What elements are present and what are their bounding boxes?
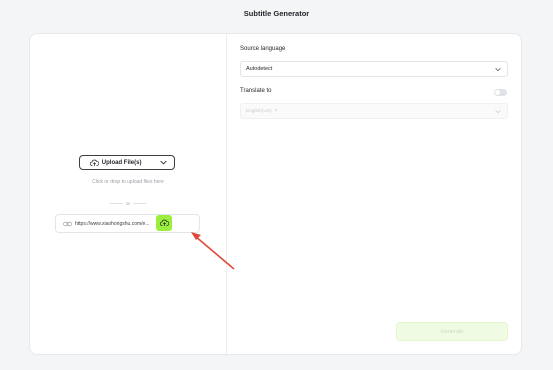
or-separator: or	[110, 201, 147, 206]
upload-options-toggle[interactable]	[152, 160, 174, 165]
upload-cloud-icon	[89, 159, 99, 166]
url-upload-button[interactable]	[156, 215, 172, 231]
language-chip-label: English(US)	[246, 108, 272, 114]
translate-toggle-knob	[495, 90, 500, 95]
translate-toggle[interactable]	[494, 89, 507, 96]
generate-button[interactable]: Generate	[396, 322, 508, 341]
upload-files-button[interactable]: Upload File(s)	[79, 155, 175, 170]
source-language-value: Autodetect	[246, 66, 273, 72]
or-line-right	[133, 203, 147, 204]
page-title: Subtitle Generator	[243, 9, 310, 18]
chip-remove-icon[interactable]: ×	[275, 108, 278, 114]
chevron-down-icon	[495, 110, 501, 114]
chevron-down-icon	[159, 160, 167, 165]
or-label: or	[126, 201, 131, 206]
panel-divider	[226, 34, 227, 354]
main-card: Upload File(s) Click or drop to upload f…	[29, 33, 522, 355]
chevron-down-icon	[495, 68, 501, 72]
language-chip: English(US) ×	[246, 108, 278, 114]
link-icon	[63, 221, 72, 227]
or-line-left	[110, 203, 123, 204]
source-language-select[interactable]: Autodetect	[240, 61, 508, 77]
upload-files-main[interactable]: Upload File(s)	[80, 156, 151, 169]
upload-files-label: Upload File(s)	[101, 159, 142, 166]
source-language-label: Source language	[240, 46, 286, 52]
upload-cloud-icon	[159, 219, 169, 226]
url-input[interactable]: https://www.xiaohongshu.com/e...	[55, 214, 200, 233]
translate-to-select[interactable]: English(US) ×	[240, 103, 508, 119]
drop-hint: Click or drop to upload files here	[92, 179, 164, 185]
translate-to-label: Translate to	[240, 88, 272, 94]
